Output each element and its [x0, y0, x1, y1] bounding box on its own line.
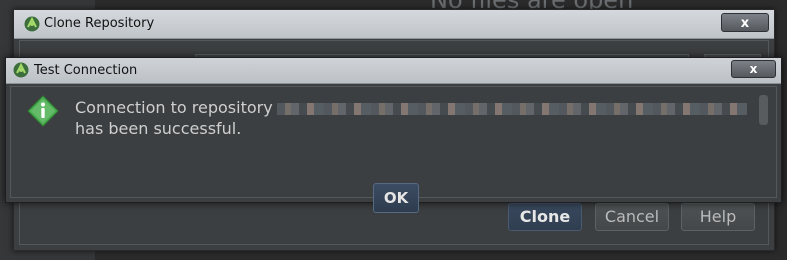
test-connection-close-button[interactable]: x [731, 60, 776, 78]
clone-button[interactable]: Clone [508, 203, 582, 231]
test-connection-body: Connection to repository has been succes… [10, 86, 777, 213]
android-studio-icon [13, 62, 29, 78]
clone-window-title: Clone Repository [44, 16, 155, 31]
test-connection-title: Test Connection [34, 63, 138, 78]
help-button[interactable]: Help [681, 203, 755, 231]
redacted-url [276, 102, 747, 115]
connection-message: Connection to repository has been succes… [75, 97, 755, 139]
message-scrollbar[interactable] [759, 95, 768, 125]
message-line-2: has been successful. [75, 119, 242, 138]
cancel-button[interactable]: Cancel [595, 203, 669, 231]
message-text-line-1: Connection to repository [75, 98, 273, 117]
test-connection-titlebar: Test Connection x [6, 58, 781, 84]
android-studio-icon [24, 16, 40, 32]
info-icon [27, 95, 59, 127]
ok-button[interactable]: OK [373, 183, 419, 213]
message-line-1: Connection to repository [75, 97, 755, 118]
clone-close-button[interactable]: x [721, 13, 769, 32]
clone-titlebar: Clone Repository x [14, 10, 774, 39]
test-connection-dialog: Test Connection x Connection to reposito… [5, 57, 782, 213]
